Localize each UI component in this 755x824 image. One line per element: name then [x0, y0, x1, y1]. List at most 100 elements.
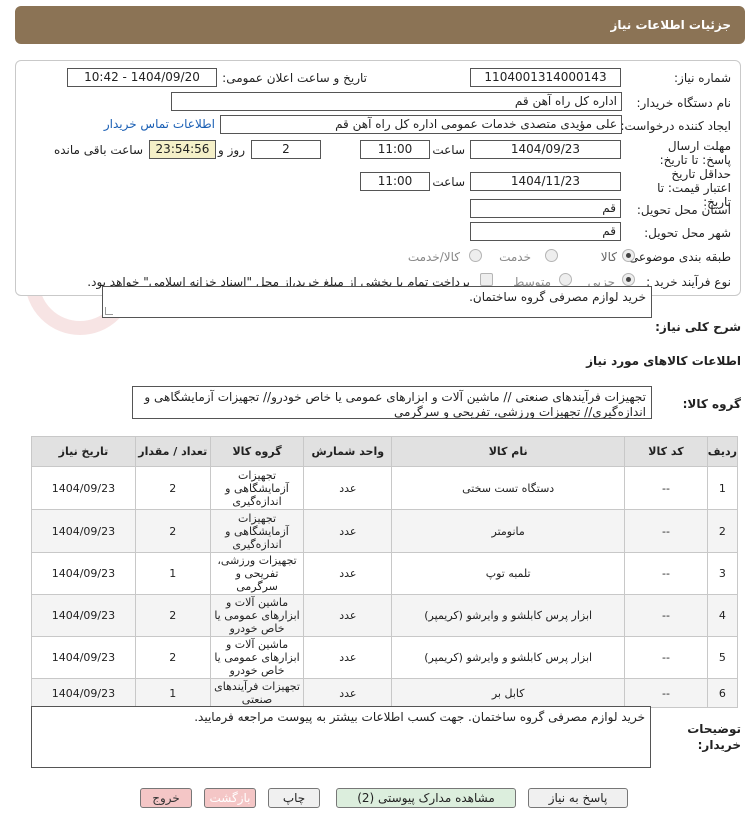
- announce-field: 1404/09/20 - 10:42: [67, 68, 217, 87]
- page-header: جزئیات اطلاعات نیاز: [15, 6, 745, 44]
- table-row: 6 -- کابل بر عدد تجهیزات فرآیندهای صنعتی…: [31, 678, 739, 708]
- city-label: شهر محل تحویل:: [644, 226, 731, 240]
- cell-group: تجهیزات آزمایشگاهی و اندازه‌گیری: [209, 509, 305, 553]
- reply-button[interactable]: پاسخ به نیاز: [528, 788, 628, 808]
- cell-code: --: [624, 636, 708, 679]
- buyer-notes-textarea: خرید لوازم مصرفی گروه ساختمان. جهت کسب ا…: [31, 706, 651, 768]
- cell-name: مانومتر: [391, 509, 626, 553]
- creator-field: علی مؤیدی متصدی خدمات عمومی اداره کل راه…: [220, 115, 622, 134]
- cell-quantity: 2: [134, 594, 211, 637]
- back-button[interactable]: بازگشت: [204, 788, 256, 808]
- items-table: ردیف کد کالا نام کالا واحد شمارش گروه کا…: [31, 436, 739, 708]
- buyer-field: اداره کل راه آهن قم: [171, 92, 622, 111]
- col-header-name: نام کالا: [391, 436, 626, 467]
- exit-button[interactable]: خروج: [140, 788, 192, 808]
- validity-time-field: 11:00: [360, 172, 430, 191]
- cell-unit: عدد: [303, 509, 393, 553]
- cell-name: تلمبه توپ: [391, 552, 626, 595]
- deadline-hour-label: ساعت: [432, 143, 465, 157]
- col-header-quantity: تعداد / مقدار: [134, 436, 211, 467]
- cell-group: تجهیزات فرآیندهای صنعتی: [209, 678, 305, 708]
- cell-code: --: [624, 678, 708, 708]
- creator-label: ایجاد کننده درخواست:: [620, 119, 731, 133]
- category-option-goods: کالا: [600, 250, 617, 264]
- cell-unit: عدد: [303, 552, 393, 595]
- table-row: 1 -- دستگاه تست سختی عدد تجهیزات آزمایشگ…: [31, 466, 739, 510]
- cell-quantity: 1: [134, 678, 211, 708]
- need-number-field: 1104001314000143: [470, 68, 621, 87]
- deadline-date-field: 1404/09/23: [470, 140, 621, 159]
- attachments-button[interactable]: مشاهده مدارک پیوستی (2): [336, 788, 516, 808]
- col-header-date: تاریخ نیاز: [31, 436, 136, 467]
- buyer-notes-text: خرید لوازم مصرفی گروه ساختمان. جهت کسب ا…: [194, 710, 645, 724]
- cell-name: ابزار پرس کابلشو و وایرشو (کریمپر): [391, 636, 626, 679]
- cell-code: --: [624, 509, 708, 553]
- cell-code: --: [624, 552, 708, 595]
- goods-group-text: تجهیزات فرآیندهای صنعتی // ماشین آلات و …: [144, 390, 646, 419]
- table-row: 3 -- تلمبه توپ عدد تجهیزات ورزشی، تفریحی…: [31, 552, 739, 595]
- cell-group: تجهیزات ورزشی، تفریحی و سرگرمی: [209, 552, 305, 595]
- validity-date-field: 1404/11/23: [470, 172, 621, 191]
- cell-unit: عدد: [303, 678, 393, 708]
- cell-group: ماشین آلات و ابزارهای عمومی یا خاص خودرو: [209, 594, 305, 637]
- cell-code: --: [624, 594, 708, 637]
- cell-row-number: 2: [706, 509, 739, 553]
- cell-row-number: 3: [706, 552, 739, 595]
- category-radio-service[interactable]: [545, 249, 558, 262]
- category-radio-goods-service[interactable]: [469, 249, 482, 262]
- category-radio-goods[interactable]: [622, 249, 635, 262]
- table-header-row: ردیف کد کالا نام کالا واحد شمارش گروه کا…: [31, 436, 739, 467]
- cell-name: دستگاه تست سختی: [391, 466, 626, 510]
- resize-handle[interactable]: [105, 307, 113, 315]
- cell-date: 1404/09/23: [31, 594, 136, 637]
- days-label: روز و: [218, 143, 245, 157]
- deadline-label: مهلت ارسال پاسخ: تا تاریخ:: [659, 139, 731, 167]
- process-radio-minor[interactable]: [622, 273, 635, 286]
- buyer-notes-label: توضیحات خریدار:: [687, 722, 741, 752]
- cell-date: 1404/09/23: [31, 552, 136, 595]
- cell-date: 1404/09/23: [31, 509, 136, 553]
- cell-row-number: 1: [706, 466, 739, 510]
- process-label: نوع فرآیند خرید :: [646, 275, 731, 289]
- cell-date: 1404/09/23: [31, 466, 136, 510]
- page-title: جزئیات اطلاعات نیاز: [610, 18, 731, 32]
- table-row: 4 -- ابزار پرس کابلشو و وایرشو (کریمپر) …: [31, 594, 739, 637]
- goods-group-label: گروه کالا:: [682, 397, 741, 411]
- goods-group-textarea: تجهیزات فرآیندهای صنعتی // ماشین آلات و …: [132, 386, 652, 419]
- cell-quantity: 2: [134, 636, 211, 679]
- process-radio-medium[interactable]: [559, 273, 572, 286]
- deadline-time-field: 11:00: [360, 140, 430, 159]
- table-row: 2 -- مانومتر عدد تجهیزات آزمایشگاهی و ان…: [31, 509, 739, 553]
- cell-unit: عدد: [303, 466, 393, 510]
- cell-name: کابل بر: [391, 678, 626, 708]
- treasury-payment-checkbox[interactable]: [480, 273, 493, 286]
- days-field: 2: [251, 140, 321, 159]
- cell-group: تجهیزات آزمایشگاهی و اندازه‌گیری: [209, 466, 305, 510]
- summary-text: خرید لوازم مصرفی گروه ساختمان.: [469, 290, 646, 304]
- cell-quantity: 2: [134, 509, 211, 553]
- remaining-label: ساعت باقی مانده: [53, 143, 143, 157]
- cell-row-number: 4: [706, 594, 739, 637]
- print-button[interactable]: چاپ: [268, 788, 320, 808]
- cell-name: ابزار پرس کابلشو و وایرشو (کریمپر): [391, 594, 626, 637]
- announce-label: تاریخ و ساعت اعلان عمومی:: [222, 71, 367, 85]
- col-header-group: گروه کالا: [209, 436, 305, 467]
- table-row: 5 -- ابزار پرس کابلشو و وایرشو (کریمپر) …: [31, 636, 739, 679]
- category-label: طبقه بندی موضوعی:: [624, 250, 731, 264]
- cell-unit: عدد: [303, 594, 393, 637]
- cell-date: 1404/09/23: [31, 636, 136, 679]
- validity-hour-label: ساعت: [432, 175, 465, 189]
- col-header-unit: واحد شمارش: [303, 436, 393, 467]
- cell-code: --: [624, 466, 708, 510]
- buyer-contact-link[interactable]: اطلاعات تماس خریدار: [104, 117, 215, 131]
- buyer-label: نام دستگاه خریدار:: [636, 96, 732, 110]
- col-header-row-number: ردیف: [706, 436, 739, 467]
- province-label: استان محل تحویل:: [636, 203, 731, 217]
- col-header-code: کد کالا: [624, 436, 708, 467]
- province-field: قم: [470, 199, 621, 218]
- cell-row-number: 5: [706, 636, 739, 679]
- remaining-time-field: 23:54:56: [149, 140, 216, 159]
- summary-textarea: خرید لوازم مصرفی گروه ساختمان.: [102, 286, 652, 318]
- category-option-goods-service: کالا/خدمت: [407, 250, 460, 264]
- cell-unit: عدد: [303, 636, 393, 679]
